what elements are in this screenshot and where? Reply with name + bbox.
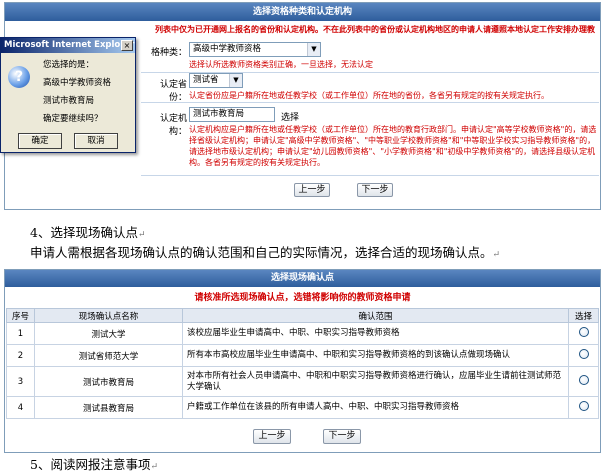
table-row: 4 测试县教育局 户籍或工作单位在该县的所有申请人高中、中职、中职实习指导教师资… xyxy=(6,396,599,419)
row-name: 测试大学 xyxy=(34,322,183,345)
row-no: 4 xyxy=(6,396,35,419)
agency-hint: 认定机构应是户籍所在地或任教学校（或工作单位）所在地的教育行政部门。申请认定"高… xyxy=(189,125,597,167)
chevron-down-icon[interactable]: ▼ xyxy=(307,43,320,56)
step-4-title-text: 4、选择现场确认点 xyxy=(30,225,138,240)
table-row: 3 测试市教育局 对本市所有社会人员申请高中、中职和中职实习指导教师资格进行确认… xyxy=(6,366,599,397)
column-header-no: 序号 xyxy=(6,308,35,323)
row-select-cell xyxy=(568,344,599,367)
confirmation-site-panel: 选择现场确认点 请核准所选现场确认点，选错将影响你的教师资格申请 序号 现场确认… xyxy=(4,269,601,453)
row-scope: 户籍或工作单位在该县的所有申请人高中、中职、中职实习指导教师资格 xyxy=(182,396,569,419)
row-select-cell xyxy=(568,366,599,397)
column-header-select: 选择 xyxy=(568,308,599,323)
table-row: 2 测试省师范大学 所有本市高校应届毕业生申请高中、中职和实习指导教师资格的到该… xyxy=(6,344,599,367)
agency-label: 认定机构： xyxy=(159,114,187,137)
row-scope: 该校应届毕业生申请高中、中职、中职实习指导教师资格 xyxy=(182,322,569,345)
column-header-name: 现场确认点名称 xyxy=(34,308,183,323)
paragraph-mark: ↵ xyxy=(492,250,501,260)
cancel-button[interactable]: 取消 xyxy=(74,133,118,149)
warning-text: 请核准所选现场确认点，选错将影响你的教师资格申请 xyxy=(194,293,411,303)
row-select-cell xyxy=(568,322,599,345)
province-select[interactable]: 测试省 ▼ xyxy=(189,73,243,88)
prev-button[interactable]: 上一步 xyxy=(294,183,330,197)
row-name: 测试市教育局 xyxy=(34,366,183,397)
column-header-scope: 确认范围 xyxy=(182,308,569,323)
step-4-description: 申请人需根据各现场确认点的确认范围和自己的实际情况，选择合适的现场确认点。↵ xyxy=(30,242,500,261)
site-table: 序号 现场确认点名称 确认范围 选择 1 测试大学 该校应届毕业生申请高中、中职… xyxy=(6,308,599,419)
province-hint: 认定省份应是户籍所在地或任教学校（或工作单位）所在地的省份，各省另有规定的按有关… xyxy=(189,91,549,100)
province-select-value: 测试省 xyxy=(193,75,219,85)
step-4-description-text: 申请人需根据各现场确认点的确认范围和自己的实际情况，选择合适的现场确认点。 xyxy=(30,245,493,260)
qualification-label: 格种类： xyxy=(150,48,187,58)
agency-field[interactable]: 测试市教育局 xyxy=(189,107,275,122)
qualification-select-value: 高级中学教师资格 xyxy=(193,44,262,54)
site-radio[interactable] xyxy=(578,375,589,385)
confirm-dialog: Microsoft Internet Explorer × ? 您选择的是： 高… xyxy=(0,37,136,153)
close-icon[interactable]: × xyxy=(121,40,133,51)
next-button[interactable]: 下一步 xyxy=(323,429,361,444)
chevron-down-icon[interactable]: ▼ xyxy=(229,74,242,87)
row-select-cell xyxy=(568,396,599,419)
next-button[interactable]: 下一步 xyxy=(357,183,393,197)
dialog-title: Microsoft Internet Explorer xyxy=(1,38,135,53)
prev-button[interactable]: 上一步 xyxy=(253,429,291,444)
table-row: 1 测试大学 该校应届毕业生申请高中、中职、中职实习指导教师资格 xyxy=(6,322,599,345)
paragraph-mark: ↵ xyxy=(137,230,146,240)
dialog-line-3: 测试市教育局 xyxy=(43,96,95,106)
row-scope: 所有本市高校应届毕业生申请高中、中职和实习指导教师资格的到该确认点做现场确认 xyxy=(182,344,569,367)
step-4-title: 4、选择现场确认点↵ xyxy=(30,222,146,241)
paragraph-mark: ↵ xyxy=(150,462,159,472)
panel-header: 选择资格种类和认定机构 xyxy=(5,3,600,21)
row-name: 测试省师范大学 xyxy=(34,344,183,367)
panel-header: 选择现场确认点 xyxy=(5,270,600,287)
qualification-hint: 选择认所选教师资格类别正确，一旦选择，无法认定 xyxy=(189,60,373,69)
site-radio[interactable] xyxy=(578,401,589,411)
notice-text: 列表中仅为已开通网上报名的省份和认定机构。不在此列表中的省份或认定机构地区的申请… xyxy=(155,25,595,34)
dialog-line-2: 高级中学教师资格 xyxy=(43,78,112,88)
province-label: 认定省份： xyxy=(159,80,187,103)
question-icon: ? xyxy=(8,66,30,88)
row-name: 测试县教育局 xyxy=(34,396,183,419)
site-radio[interactable] xyxy=(578,327,589,337)
row-scope: 对本市所有社会人员申请高中、中职和中职实习指导教师资格进行确认，应届毕业生请前往… xyxy=(182,366,569,397)
row-no: 2 xyxy=(6,344,35,367)
row-no: 1 xyxy=(6,322,35,345)
step-5-title: 5、阅读网报注意事项↵ xyxy=(30,454,158,473)
site-radio[interactable] xyxy=(578,349,589,359)
row-no: 3 xyxy=(6,366,35,397)
dialog-line-1: 您选择的是： xyxy=(43,60,95,70)
qualification-select[interactable]: 高级中学教师资格 ▼ xyxy=(189,42,321,57)
step-5-title-text: 5、阅读网报注意事项 xyxy=(30,457,151,472)
dialog-line-4: 确定要继续吗？ xyxy=(43,114,103,124)
ok-button[interactable]: 确定 xyxy=(18,133,62,149)
agency-select-button[interactable]: 选择 xyxy=(281,110,299,123)
